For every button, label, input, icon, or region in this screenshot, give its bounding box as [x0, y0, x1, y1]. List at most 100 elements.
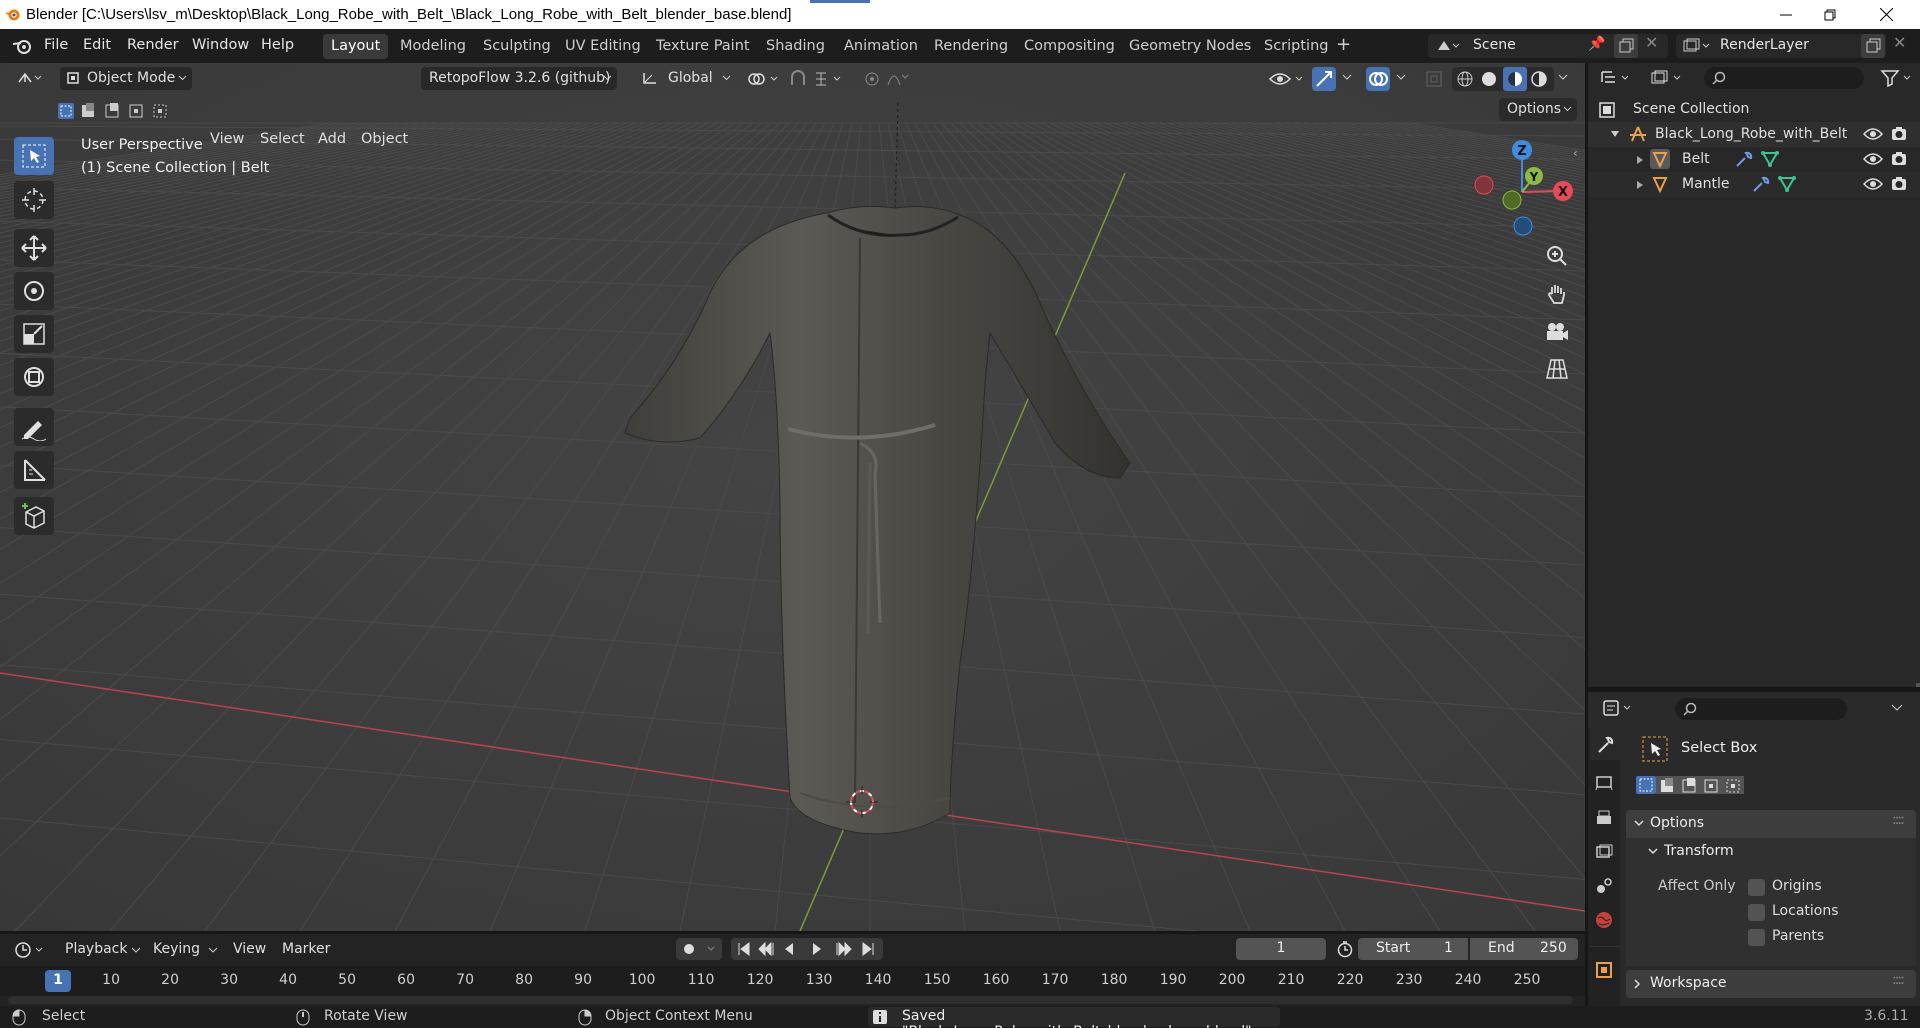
outliner-row-belt[interactable]: Belt	[1588, 147, 1920, 172]
chevron-down-icon[interactable]	[1341, 73, 1353, 83]
gizmo-toggle-button[interactable]	[1312, 67, 1336, 91]
view-layer-properties-icon[interactable]	[1594, 842, 1614, 862]
menu-add[interactable]: Add	[318, 131, 346, 147]
menu-edit[interactable]: Edit	[83, 37, 111, 53]
menu-view[interactable]: View	[210, 131, 244, 147]
chevron-down-icon[interactable]	[1395, 73, 1407, 83]
end-frame-field[interactable]: End 250	[1470, 938, 1578, 960]
menu-object[interactable]: Object	[361, 131, 408, 147]
rotate-tool[interactable]	[14, 272, 54, 310]
menu-timeline-view[interactable]: View	[233, 941, 266, 957]
expand-arrow-icon[interactable]	[1636, 180, 1644, 190]
menu-window[interactable]: Window	[192, 37, 249, 53]
menu-select[interactable]: Select	[260, 131, 305, 147]
transform-tool[interactable]	[14, 358, 54, 396]
snap-icon[interactable]	[788, 69, 848, 89]
tab-geometry-nodes[interactable]: Geometry Nodes	[1121, 34, 1259, 59]
modifier-wrench-icon[interactable]	[1734, 150, 1754, 168]
menu-playback[interactable]: Playback	[65, 941, 127, 957]
mesh-data-icon[interactable]	[1760, 150, 1780, 168]
menu-render[interactable]: Render	[127, 37, 179, 53]
world-properties-icon[interactable]	[1594, 910, 1614, 930]
pin-icon[interactable]: 📌	[1588, 36, 1605, 52]
chevron-down-icon[interactable]	[1891, 704, 1903, 712]
wireframe-shading-icon[interactable]	[1456, 70, 1474, 88]
timeline-scrollbar[interactable]	[8, 996, 1573, 1004]
menu-file[interactable]: File	[44, 37, 68, 53]
add-workspace-icon[interactable]: +	[1336, 34, 1351, 55]
navigation-gizmo[interactable]: Z Y X	[1470, 137, 1582, 242]
display-mode-icon[interactable]	[1650, 69, 1686, 87]
render-camera-icon[interactable]	[1890, 125, 1908, 143]
locations-checkbox[interactable]	[1748, 904, 1765, 921]
chevron-down-icon[interactable]	[1648, 848, 1658, 856]
tab-scripting[interactable]: Scripting	[1256, 34, 1336, 59]
outliner-row-scene-collection[interactable]: Scene Collection	[1588, 97, 1920, 122]
mesh-data-icon[interactable]	[1777, 175, 1797, 193]
sidebar-toggle-icon[interactable]: ‹	[1573, 146, 1578, 160]
menu-marker[interactable]: Marker	[282, 941, 330, 957]
eye-icon[interactable]	[1863, 127, 1883, 141]
cursor-tool[interactable]	[14, 181, 54, 219]
start-frame-field[interactable]: Start 1	[1358, 938, 1468, 960]
close-window-button[interactable]	[1864, 0, 1908, 29]
origins-checkbox[interactable]	[1748, 879, 1765, 896]
tab-rendering[interactable]: Rendering	[926, 34, 1016, 59]
tab-animation[interactable]: Animation	[836, 34, 926, 59]
xray-toggle-icon[interactable]	[1424, 69, 1444, 89]
auto-keying-button[interactable]	[676, 938, 722, 960]
visibility-dropdown-icon[interactable]	[1268, 69, 1308, 89]
workspace-section-header[interactable]: Workspace ::::	[1626, 970, 1916, 998]
pan-button[interactable]	[1541, 278, 1573, 310]
proportional-edit-icon[interactable]	[862, 69, 922, 89]
properties-editor-icon[interactable]	[1602, 699, 1638, 717]
outliner-editor-icon[interactable]	[1600, 69, 1636, 87]
blender-menu-icon[interactable]	[12, 37, 32, 55]
report-message[interactable]: Saved "Black_Long_Robe_with_Belt_blender…	[868, 1007, 1280, 1028]
current-frame-field[interactable]: 1	[1236, 938, 1326, 960]
object-mode-dropdown[interactable]: Object Mode	[60, 67, 192, 90]
select-mode-icons[interactable]	[1634, 774, 1746, 796]
eye-icon[interactable]	[1863, 152, 1883, 166]
modifier-wrench-icon[interactable]	[1751, 175, 1771, 193]
chevron-down-icon[interactable]	[1557, 73, 1569, 83]
new-view-layer-button[interactable]	[1861, 34, 1885, 58]
camera-view-button[interactable]	[1541, 316, 1573, 348]
scale-tool[interactable]	[14, 315, 54, 353]
filter-icon[interactable]	[1880, 69, 1916, 87]
retopoflow-dropdown[interactable]: RetopoFlow 3.2.6 (github)	[421, 67, 617, 90]
properties-search-input[interactable]	[1675, 698, 1847, 720]
delete-view-layer-icon[interactable]: ✕	[1893, 33, 1906, 52]
view-layer-selector[interactable]: RenderLayer	[1676, 34, 1886, 58]
render-camera-icon[interactable]	[1890, 175, 1908, 193]
tab-texture-paint[interactable]: Texture Paint	[648, 34, 758, 59]
3d-viewport[interactable]	[0, 63, 1585, 931]
move-tool[interactable]	[14, 229, 54, 267]
parents-checkbox[interactable]	[1748, 929, 1765, 946]
render-camera-icon[interactable]	[1890, 150, 1908, 168]
menu-help[interactable]: Help	[261, 37, 294, 53]
drag-handle-icon[interactable]: ::::	[1892, 812, 1905, 828]
editor-type-button[interactable]	[10, 67, 50, 90]
add-cube-tool[interactable]	[14, 497, 54, 535]
new-scene-button[interactable]	[1614, 34, 1638, 58]
overlays-toggle-button[interactable]	[1366, 67, 1390, 91]
tab-sculpting[interactable]: Sculpting	[475, 34, 559, 59]
rendered-shading-icon[interactable]	[1530, 70, 1548, 88]
transform-subsection-label[interactable]: Transform	[1664, 843, 1734, 859]
annotate-tool[interactable]	[14, 408, 54, 446]
object-properties-icon[interactable]	[1594, 960, 1614, 980]
restore-window-button[interactable]	[1808, 0, 1852, 29]
solid-shading-icon[interactable]	[1480, 70, 1498, 88]
drag-handle-icon[interactable]: ::::	[1892, 972, 1905, 988]
menu-keying[interactable]: Keying	[153, 941, 200, 957]
delete-scene-icon[interactable]: ✕	[1645, 33, 1658, 52]
zoom-button[interactable]	[1541, 240, 1573, 272]
tab-shading[interactable]: Shading	[758, 34, 833, 59]
render-properties-icon[interactable]	[1594, 772, 1614, 792]
expand-arrow-icon[interactable]	[1636, 155, 1644, 165]
select-mode-icons[interactable]	[56, 100, 174, 122]
minimize-window-button[interactable]	[1764, 0, 1808, 29]
options-dropdown[interactable]: Options	[1499, 98, 1577, 121]
outliner-row-mantle[interactable]: Mantle	[1588, 172, 1920, 197]
